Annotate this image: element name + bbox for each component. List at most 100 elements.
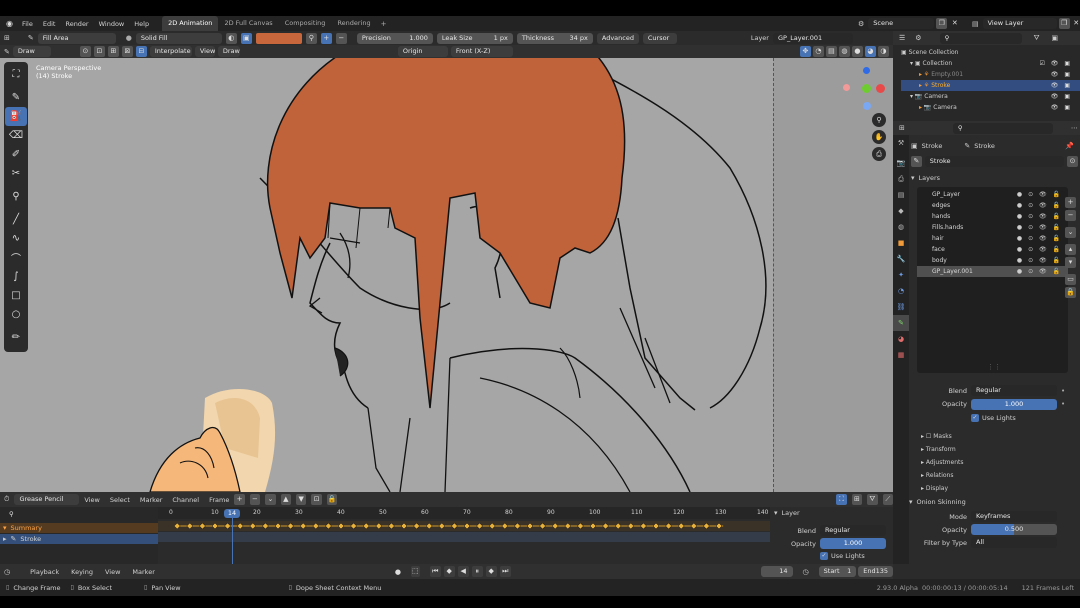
keyframe[interactable] [501, 522, 509, 530]
keyframe-dot-icon[interactable]: • [1061, 387, 1065, 395]
keyframe[interactable] [514, 522, 521, 530]
mode-dropdown[interactable]: Draw [12, 46, 51, 57]
direction-add-icon[interactable]: + [320, 32, 332, 44]
keyframe[interactable] [400, 522, 408, 530]
keyframe[interactable] [690, 522, 698, 530]
ds-menu-frame[interactable]: Frame [209, 496, 229, 504]
view-plane-dropdown[interactable]: Front (X-Z) [450, 46, 513, 57]
origin-dropdown[interactable]: Origin [397, 46, 448, 57]
dopesheet-mode-dropdown[interactable]: Grease Pencil [14, 494, 80, 505]
jump-down-icon[interactable]: ▼ [296, 494, 307, 505]
data-block-name[interactable]: Stroke [924, 155, 1065, 167]
tab-2d-animation[interactable]: 2D Animation [162, 16, 219, 31]
interpolate-menu[interactable]: Interpolate [149, 46, 192, 57]
line-tool-icon[interactable]: ╱ [5, 210, 27, 229]
scene-selector[interactable]: ⚙ Scene ❐ ✕ [858, 18, 960, 29]
keyframe[interactable] [388, 522, 395, 530]
remove-keyframe-icon[interactable]: − [249, 494, 261, 505]
keyframe[interactable] [173, 522, 181, 530]
keyframe[interactable] [425, 522, 433, 530]
resize-handle[interactable]: ⋮⋮ [987, 363, 1001, 371]
properties-editor-icon[interactable]: ⊞ [899, 124, 905, 132]
visibility-icons[interactable]: 👁 ▣ [1051, 69, 1072, 80]
eyedropper-icon[interactable]: ⚲ [305, 32, 317, 44]
layer-item[interactable]: hands ● ⊙ 👁 🔓 [917, 211, 1068, 222]
keyframe[interactable] [362, 522, 370, 530]
stroke-channel[interactable]: ▸ ✎ Stroke [0, 534, 158, 544]
layer-item[interactable]: body ● ⊙ 👁 🔓 [917, 255, 1068, 266]
channel-search[interactable]: ⚲ [4, 509, 154, 520]
properties-search[interactable]: ⚲ [952, 122, 1053, 134]
outliner-scene-collection[interactable]: ▣ Scene Collection [901, 47, 1080, 58]
object-tab-icon[interactable]: ■ [893, 235, 909, 251]
zoom-icon[interactable]: ⚲ [872, 113, 886, 127]
layer-item[interactable]: face ● ⊙ 👁 🔓 [917, 244, 1068, 255]
snap-icon[interactable]: ⊡ [93, 46, 105, 57]
scene-tab-icon[interactable]: ◆ [893, 203, 909, 219]
layer-dropdown[interactable]: GP_Layer.001 [772, 32, 853, 44]
data-tab-icon[interactable]: ✎ [893, 315, 909, 331]
blender-logo-icon[interactable]: ◉ [6, 19, 13, 28]
constraints-tab-icon[interactable]: ⛓ [893, 299, 909, 315]
onion-skin-header[interactable]: ▾ Onion Skinning [909, 495, 1078, 508]
autokey-icon[interactable]: ⊠ [121, 46, 133, 57]
keyframe[interactable] [350, 522, 357, 530]
fill-color-swatch[interactable] [255, 32, 302, 44]
ds-blend-dropdown[interactable]: Regular [820, 525, 886, 536]
precision-field[interactable]: Precision 1.000 [356, 32, 433, 44]
lock-icon[interactable]: 🔒 [1065, 287, 1076, 298]
curve-tool-icon[interactable]: ∫ [5, 267, 27, 286]
outliner-item-empty-001[interactable]: ▸ ⚘ Empty.001 👁 ▣ [901, 69, 1080, 80]
draw-tool-icon[interactable]: ✎ [5, 88, 27, 107]
current-frame-field[interactable]: 14 [760, 566, 793, 577]
tab-rendering[interactable]: Rendering [331, 16, 376, 31]
advanced-dropdown[interactable]: Advanced [596, 32, 639, 44]
keyframe[interactable] [602, 522, 609, 530]
add-keyframe-icon[interactable]: + [234, 494, 245, 505]
solid-icon[interactable]: ● [851, 46, 863, 57]
display-mode-icon[interactable]: ⚙ [915, 34, 921, 42]
world-tab-icon[interactable]: ◍ [893, 219, 909, 235]
layer-panel-header[interactable]: ▾ Layer [770, 507, 893, 519]
keyframe[interactable] [413, 522, 420, 530]
outliner-item-stroke[interactable]: ▸ ⚘ Stroke 👁 ▣ [901, 80, 1080, 91]
keyframe[interactable] [337, 522, 345, 530]
tab-compositing[interactable]: Compositing [279, 16, 332, 31]
gp-data-icon[interactable]: ✎ [911, 155, 922, 167]
options-icon[interactable]: ⋯ [1071, 124, 1078, 132]
timeline-editor-icon[interactable]: ◷ [4, 568, 10, 576]
opacity-slider[interactable]: 1.000 [971, 398, 1057, 410]
section-relations[interactable]: ▸ Relations [911, 469, 1078, 482]
section-display[interactable]: ▸ Display [911, 482, 1078, 495]
layer-toggle-icons[interactable]: ● ⊙ 👁 🔓 [1017, 233, 1062, 244]
visibility-icons[interactable]: 👁 ▣ [1051, 91, 1072, 102]
next-key-icon[interactable]: ◆ [485, 566, 497, 577]
tl-menu-marker[interactable]: Marker [132, 568, 154, 576]
layer-item[interactable]: GP_Layer.001 ● ⊙ 👁 🔓 [917, 266, 1068, 277]
view-layer-tab-icon[interactable]: ▤ [893, 187, 909, 203]
section-adjustments[interactable]: ▸ Adjustments [911, 456, 1078, 469]
wireframe-icon[interactable]: ◍ [838, 46, 850, 57]
keyframe[interactable] [614, 522, 622, 530]
keyframe[interactable] [577, 522, 584, 530]
multiframe-icon[interactable]: ⊞ [107, 46, 119, 57]
keyframe[interactable] [551, 522, 559, 530]
select-icon[interactable]: ⛶ [836, 494, 847, 505]
material-preview-icon[interactable]: ◕ [864, 46, 876, 57]
rendered-icon[interactable]: ◑ [877, 46, 889, 57]
arc-tool-icon[interactable]: ⌒ [5, 248, 27, 267]
overlays-icon[interactable]: ◔ [812, 46, 824, 57]
keyframe[interactable] [715, 522, 723, 530]
ds-use-lights-checkbox[interactable]: ✓ [820, 552, 828, 560]
layer-item[interactable]: Fills.hands ● ⊙ 👁 🔓 [917, 222, 1068, 233]
viewport-canvas[interactable]: Camera Perspective (14) Stroke ⚲ ✋ ⎙ [30, 58, 893, 492]
fill-mode-dropdown[interactable]: Fill Area [37, 32, 116, 44]
modifier-tab-icon[interactable]: 🔧 [893, 251, 909, 267]
record-icon[interactable]: ● [395, 568, 401, 576]
section-masks[interactable]: ▸ ☐ Masks [911, 430, 1078, 443]
menu-help[interactable]: Help [134, 20, 149, 28]
pan-icon[interactable]: ✋ [872, 130, 886, 144]
keyframe[interactable] [299, 522, 307, 530]
annotate-tool-icon[interactable]: ✏ [5, 328, 27, 347]
layer-toggle-icons[interactable]: ● ⊙ 👁 🔓 [1017, 189, 1062, 200]
